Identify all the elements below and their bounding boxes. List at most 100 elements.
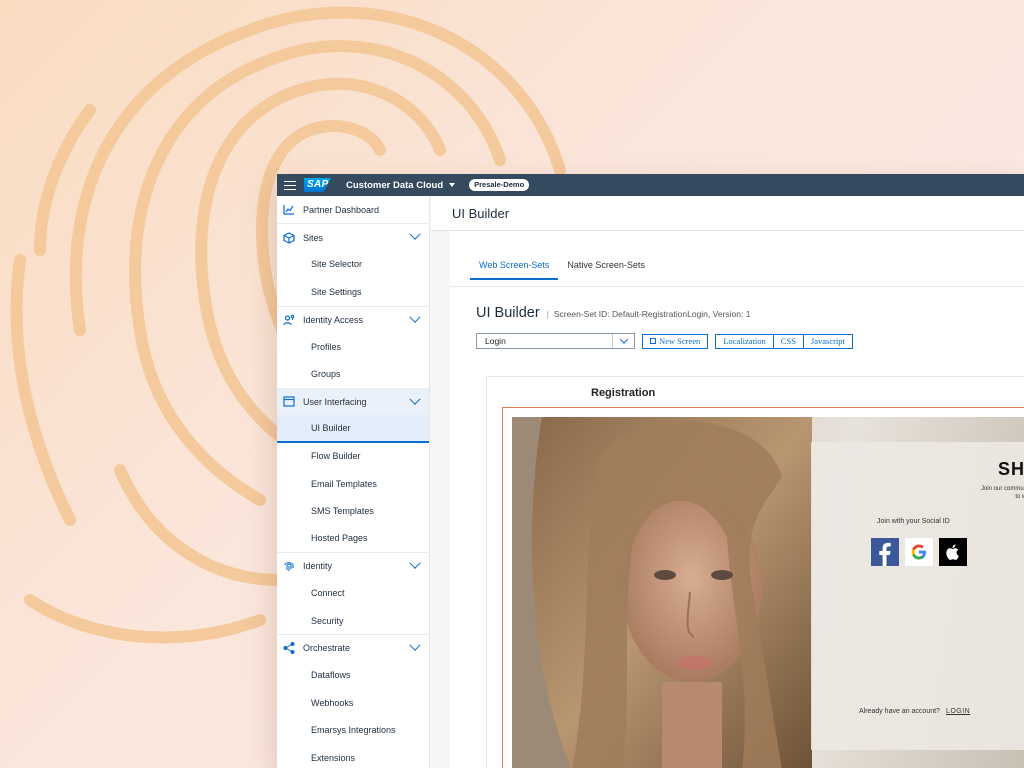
screen-select-value: Login xyxy=(485,336,506,346)
chevron-down-icon[interactable] xyxy=(409,393,421,405)
tabs-divider xyxy=(450,286,1024,287)
sidebar-item-flow-builder[interactable]: Flow Builder xyxy=(277,443,429,470)
chevron-down-icon[interactable] xyxy=(409,639,421,652)
sidebar-item-label: Partner Dashboard xyxy=(303,204,380,215)
login-link[interactable]: LOGIN xyxy=(946,708,970,715)
builder-heading: UI Builder | Screen-Set ID: Default-Regis… xyxy=(476,305,750,321)
caret-down-icon xyxy=(449,183,456,187)
builder-toolbar: Login New Screen Localization CSS Javasc… xyxy=(476,333,853,349)
sidebar-item-label: Security xyxy=(311,615,344,626)
sidebar-item-sites[interactable]: Sites xyxy=(277,223,429,250)
sidebar-item-label: Webhooks xyxy=(311,697,354,708)
tab-web-screen-sets[interactable]: Web Screen-Sets xyxy=(470,260,559,280)
sidebar-item-site-selector[interactable]: Site Selector xyxy=(277,251,429,278)
sidebar-item-dataflows[interactable]: Dataflows xyxy=(277,662,429,689)
sidebar-item-sms-templates[interactable]: SMS Templates xyxy=(277,497,429,524)
sidebar-item-label: Site Selector xyxy=(311,259,363,270)
sidebar-item-label: User Interfacing xyxy=(303,396,367,407)
sidebar-item-hosted-pages[interactable]: Hosted Pages xyxy=(277,525,429,552)
sidebar-item-label: Identity Access xyxy=(303,314,364,325)
brand-logo: SHE xyxy=(998,459,1024,479)
sidebar-item-identity[interactable]: Identity xyxy=(277,552,429,579)
sidebar-item-label: Extensions xyxy=(311,752,356,763)
sidebar-item-label: Profiles xyxy=(311,341,342,352)
main-panel: Web Screen-Sets Native Screen-Sets UI Bu… xyxy=(450,231,1024,768)
sidebar-item-extensions[interactable]: Extensions xyxy=(277,744,429,768)
sidebar-item-label: Emarsys Integrations xyxy=(311,725,396,736)
window-icon xyxy=(283,396,295,408)
portrait-illustration xyxy=(512,417,812,768)
new-screen-button[interactable]: New Screen xyxy=(642,333,709,349)
shell-bar: SAP Customer Data Cloud Presale-Demo xyxy=(277,174,1024,196)
javascript-button[interactable]: Javascript xyxy=(803,333,853,349)
css-button[interactable]: CSS xyxy=(773,333,804,349)
screen-set-meta-text: Screen-Set ID: Default-RegistrationLogin… xyxy=(553,309,751,319)
builder-title: UI Builder xyxy=(476,305,540,321)
code-button-group: Localization CSS Javascript xyxy=(715,333,853,349)
cube-icon xyxy=(283,231,295,244)
google-icon[interactable] xyxy=(905,538,933,566)
sidebar-item-label: Email Templates xyxy=(311,478,377,489)
social-login-label: Join with your Social ID xyxy=(877,518,950,525)
select-dropdown-button[interactable] xyxy=(612,334,634,348)
new-screen-label: New Screen xyxy=(659,336,701,346)
hero-image: SHE Join our community to worl Join with… xyxy=(512,417,1024,768)
sidebar-item-security[interactable]: Security xyxy=(277,607,429,634)
sidebar-item-identity-access[interactable]: Identity Access xyxy=(277,305,429,333)
sidebar-item-partner-dashboard[interactable]: Partner Dashboard xyxy=(277,196,429,223)
tenant-badge[interactable]: Presale-Demo xyxy=(469,179,530,191)
menu-icon[interactable] xyxy=(284,180,296,190)
chart-icon xyxy=(283,204,295,216)
brand-tagline: Join our community to worl xyxy=(980,486,1024,500)
chevron-down-icon[interactable] xyxy=(409,557,421,569)
sidebar-item-label: Identity xyxy=(303,561,333,572)
sidebar-item-label: Hosted Pages xyxy=(311,533,368,544)
sidebar-item-label: Connect xyxy=(311,588,345,599)
sidebar-item-connect[interactable]: Connect xyxy=(277,579,429,606)
fingerprint-icon xyxy=(283,560,295,572)
screen-select[interactable]: Login xyxy=(476,333,635,349)
sidebar-item-groups[interactable]: Groups xyxy=(277,360,429,387)
facebook-icon[interactable] xyxy=(871,538,899,566)
social-login-buttons xyxy=(871,538,967,566)
tab-native-screen-sets[interactable]: Native Screen-Sets xyxy=(558,260,654,280)
screen-set-tabs: Web Screen-Sets Native Screen-Sets xyxy=(470,260,654,280)
sidebar-item-user-interfacing[interactable]: User Interfacing xyxy=(277,387,429,416)
apple-icon[interactable] xyxy=(939,538,967,566)
sidebar-item-ui-builder[interactable]: UI Builder xyxy=(277,415,429,443)
preview-selection-outline[interactable]: SHE Join our community to worl Join with… xyxy=(502,407,1024,768)
app-window: SAP Customer Data Cloud Presale-Demo Par… xyxy=(277,174,1024,768)
sidebar: Partner Dashboard Sites Site Selector Si… xyxy=(277,196,430,768)
sidebar-item-label: UI Builder xyxy=(311,422,351,433)
screen-set-meta: | Screen-Set ID: Default-RegistrationLogi… xyxy=(546,309,751,319)
page-title: UI Builder xyxy=(452,205,510,221)
sidebar-item-emarsys-integrations[interactable]: Emarsys Integrations xyxy=(277,716,429,743)
chevron-down-icon[interactable] xyxy=(409,311,421,323)
sidebar-item-label: SMS Templates xyxy=(311,505,374,516)
share-nodes-icon xyxy=(283,642,295,655)
sidebar-item-email-templates[interactable]: Email Templates xyxy=(277,470,429,497)
sidebar-item-label: Site Settings xyxy=(311,286,362,297)
sidebar-item-label: Dataflows xyxy=(311,670,351,681)
registration-card: SHE Join our community to worl Join with… xyxy=(811,442,1024,750)
localization-button[interactable]: Localization xyxy=(715,333,774,349)
sidebar-item-label: Orchestrate xyxy=(303,643,351,654)
sidebar-item-orchestrate[interactable]: Orchestrate xyxy=(277,634,429,661)
page-header: UI Builder xyxy=(431,196,1024,231)
sidebar-item-label: Flow Builder xyxy=(311,451,361,462)
sidebar-item-webhooks[interactable]: Webhooks xyxy=(277,689,429,716)
product-switcher[interactable]: Customer Data Cloud xyxy=(346,179,456,191)
login-prompt-text: Already have an account? xyxy=(859,708,940,715)
product-name: Customer Data Cloud xyxy=(346,179,444,191)
sap-logo[interactable]: SAP xyxy=(304,178,331,192)
preview-title: Registration xyxy=(591,387,656,399)
login-prompt: Already have an account? LOGIN xyxy=(859,708,970,715)
sidebar-item-site-settings[interactable]: Site Settings xyxy=(277,278,429,305)
sidebar-item-label: Groups xyxy=(311,369,341,380)
user-key-icon xyxy=(283,314,295,326)
chevron-down-icon[interactable] xyxy=(409,228,421,241)
square-icon xyxy=(650,338,656,344)
chevron-down-icon xyxy=(619,335,628,344)
screen-preview: Registration SH Join our commu to Join w… xyxy=(486,376,1024,768)
sidebar-item-profiles[interactable]: Profiles xyxy=(277,333,429,360)
